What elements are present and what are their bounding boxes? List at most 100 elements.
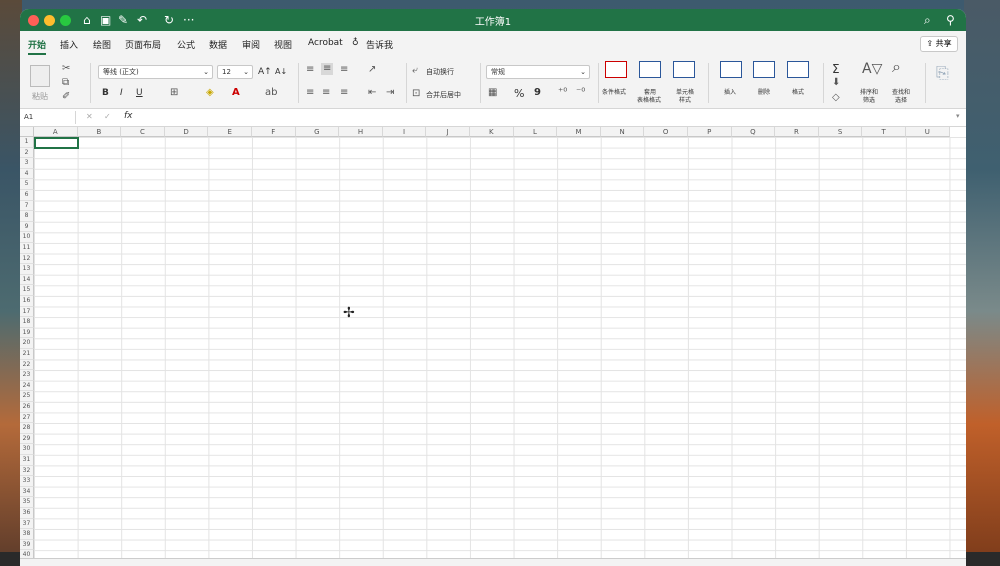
cancel-formula-icon[interactable]: ✕ <box>86 112 93 121</box>
row-header-22[interactable]: 22 <box>20 359 34 371</box>
tab-formulas[interactable]: 公式 <box>177 38 195 51</box>
row-header-26[interactable]: 26 <box>20 402 34 413</box>
row-header-15[interactable]: 15 <box>20 285 34 296</box>
delete-cells-label[interactable]: 删除 <box>758 87 770 96</box>
format-as-table-icon[interactable] <box>639 61 661 78</box>
select-all-corner[interactable] <box>20 127 34 137</box>
format-as-table-label-2[interactable]: 表格格式 <box>637 95 661 104</box>
row-header-29[interactable]: 29 <box>20 433 34 445</box>
row-header-36[interactable]: 36 <box>20 508 34 519</box>
cell-styles-icon[interactable] <box>673 61 695 78</box>
find-select-label-2[interactable]: 选择 <box>895 95 907 104</box>
name-box[interactable]: A1 <box>24 111 76 124</box>
row-header-20[interactable]: 20 <box>20 338 34 349</box>
percent-button[interactable]: % <box>514 87 524 100</box>
cell-area[interactable] <box>34 137 966 566</box>
bold-button[interactable]: B <box>102 88 109 98</box>
align-right-icon[interactable]: ≡ <box>340 87 348 99</box>
insert-cells-icon[interactable] <box>720 61 742 78</box>
font-name-select[interactable]: 等线 (正文) ⌄ <box>98 65 213 79</box>
comma-style-button[interactable]: 9 <box>534 87 541 98</box>
column-header-a[interactable]: A <box>34 127 78 137</box>
insert-cells-label[interactable]: 插入 <box>724 87 736 96</box>
tab-review[interactable]: 审阅 <box>242 38 260 51</box>
row-header-17[interactable]: 17 <box>20 306 34 318</box>
row-header-39[interactable]: 39 <box>20 539 34 551</box>
row-header-35[interactable]: 35 <box>20 497 34 508</box>
format-cells-label[interactable]: 格式 <box>792 87 804 96</box>
column-header-s[interactable]: S <box>818 127 863 137</box>
column-header-b[interactable]: B <box>77 127 122 137</box>
tab-insert[interactable]: 插入 <box>60 38 78 51</box>
row-header-4[interactable]: 4 <box>20 168 34 180</box>
align-top-icon[interactable]: ≡ <box>306 64 314 76</box>
row-header-37[interactable]: 37 <box>20 518 34 530</box>
accounting-format-icon[interactable]: ▦ <box>488 87 497 99</box>
row-header-23[interactable]: 23 <box>20 370 34 381</box>
row-header-16[interactable]: 16 <box>20 296 34 307</box>
column-header-l[interactable]: L <box>513 127 558 137</box>
align-center-icon[interactable]: ≡ <box>322 87 330 99</box>
column-header-n[interactable]: N <box>600 127 645 137</box>
align-middle-icon[interactable]: ≡ <box>321 63 334 75</box>
column-header-d[interactable]: D <box>164 127 209 137</box>
borders-icon[interactable]: ⊞ <box>170 87 178 99</box>
fill-color-icon[interactable]: ◈ <box>206 87 214 99</box>
tab-view[interactable]: 视图 <box>274 38 292 51</box>
share-button[interactable]: ⇪ 共享 <box>920 36 958 52</box>
decrease-font-size-icon[interactable]: A↓ <box>275 67 287 76</box>
cell-styles-label-2[interactable]: 样式 <box>679 95 691 104</box>
find-select-icon[interactable]: ⌕ <box>892 59 901 75</box>
row-header-3[interactable]: 3 <box>20 158 34 169</box>
fill-icon[interactable]: ⬇ <box>832 77 840 89</box>
wrap-text-label[interactable]: 自动换行 <box>426 67 454 77</box>
row-header-6[interactable]: 6 <box>20 190 34 201</box>
tab-acrobat[interactable]: Acrobat <box>308 38 343 48</box>
cut-icon[interactable]: ✂ <box>62 63 70 75</box>
formula-input[interactable] <box>144 112 944 124</box>
column-header-m[interactable]: M <box>557 127 601 137</box>
column-header-u[interactable]: U <box>906 127 950 137</box>
row-header-11[interactable]: 11 <box>20 243 34 254</box>
tell-me-search[interactable]: 告诉我 <box>366 38 393 51</box>
row-header-30[interactable]: 30 <box>20 444 34 455</box>
increase-indent-icon[interactable]: ⇥ <box>386 87 394 99</box>
insert-function-button[interactable]: fx <box>124 111 133 121</box>
row-header-13[interactable]: 13 <box>20 264 34 275</box>
row-header-7[interactable]: 7 <box>20 200 34 212</box>
row-header-34[interactable]: 34 <box>20 486 34 498</box>
row-header-2[interactable]: 2 <box>20 147 34 159</box>
column-header-p[interactable]: P <box>688 127 732 137</box>
tab-home[interactable]: 开始 <box>28 38 47 55</box>
decrease-decimal-icon[interactable]: ⁻⁰ <box>576 87 585 99</box>
row-header-21[interactable]: 21 <box>20 349 34 360</box>
column-header-h[interactable]: H <box>339 127 383 137</box>
underline-button[interactable]: U <box>136 88 143 98</box>
column-header-o[interactable]: O <box>644 127 688 137</box>
row-header-5[interactable]: 5 <box>20 179 34 190</box>
font-size-select[interactable]: 12 ⌄ <box>217 65 253 79</box>
row-header-19[interactable]: 19 <box>20 327 34 339</box>
sort-filter-icon[interactable]: A▽ <box>862 62 882 76</box>
merge-center-icon[interactable]: ⊡ <box>412 88 420 100</box>
increase-decimal-icon[interactable]: ⁺⁰ <box>558 87 567 99</box>
row-header-8[interactable]: 8 <box>20 211 34 222</box>
conditional-format-label[interactable]: 条件格式 <box>602 87 626 96</box>
column-header-q[interactable]: Q <box>731 127 776 137</box>
wrap-text-icon[interactable]: ⤶ <box>412 65 418 77</box>
row-header-18[interactable]: 18 <box>20 317 34 328</box>
paste-icon[interactable] <box>30 65 50 87</box>
column-header-f[interactable]: F <box>252 127 296 137</box>
conditional-format-icon[interactable] <box>605 61 627 78</box>
decrease-indent-icon[interactable]: ⇤ <box>368 87 376 99</box>
italic-button[interactable]: I <box>120 88 123 98</box>
column-header-r[interactable]: R <box>775 127 819 137</box>
lightbulb-icon[interactable]: ♁ <box>352 38 359 48</box>
worksheet-grid[interactable]: ABCDEFGHIJKLMNOPQRSTU 1 2 3 4 5 6 7 8 9 10 11 12 13 1… <box>20 127 966 566</box>
align-left-icon[interactable]: ≡ <box>306 87 314 99</box>
account-icon[interactable]: ⚲ <box>946 13 955 27</box>
row-header-9[interactable]: 9 <box>20 221 34 233</box>
sheet-tab-bar[interactable] <box>20 558 966 566</box>
tab-data[interactable]: 数据 <box>209 38 227 51</box>
column-header-t[interactable]: T <box>862 127 906 137</box>
